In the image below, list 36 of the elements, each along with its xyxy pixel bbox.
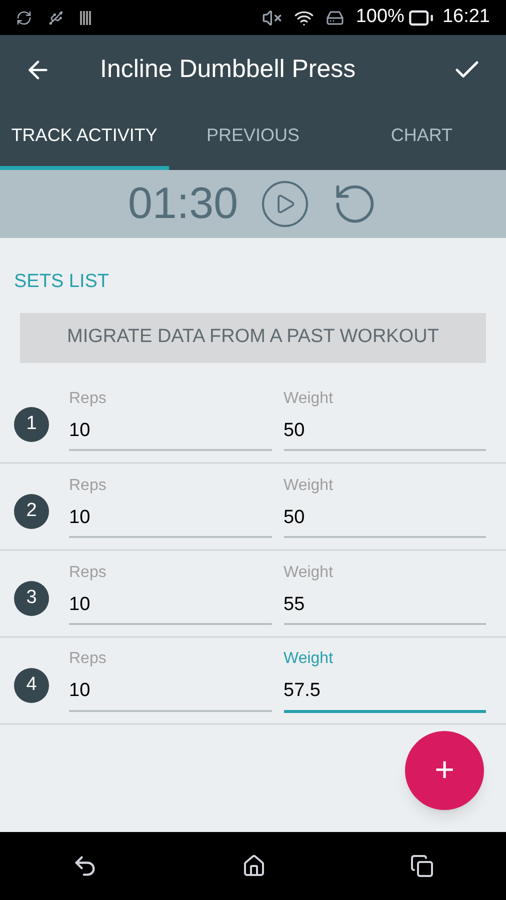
migrate-button[interactable]: MIGRATE DATA FROM A PAST WORKOUT <box>20 312 486 362</box>
input-field[interactable]: 50 <box>284 410 486 452</box>
add-button[interactable]: + <box>405 731 484 810</box>
set-number: 2 <box>14 494 49 528</box>
recents-button[interactable] <box>410 854 434 878</box>
input-field[interactable]: 10 <box>69 671 272 712</box>
set-number: 1 <box>14 406 49 442</box>
input-field[interactable]: 50 <box>284 498 486 538</box>
tab[interactable]: CHART <box>337 105 506 170</box>
field-label: Weight <box>284 649 334 670</box>
input-field[interactable]: 57.5 <box>284 671 486 713</box>
field-label: Reps <box>69 562 108 583</box>
battery-percent: 100% <box>356 5 404 30</box>
usb-icon <box>48 10 64 26</box>
field-label: Reps <box>69 388 108 409</box>
home-button[interactable] <box>242 854 266 878</box>
clock: 16:21 <box>442 5 490 30</box>
field-label: Reps <box>69 476 108 496</box>
toolbar-title: Incline Dumbbell Press <box>100 54 357 86</box>
field-label: Weight <box>284 476 334 496</box>
section-title: SETS LIST <box>13 270 110 294</box>
mute-icon <box>262 8 282 28</box>
play-button[interactable] <box>262 181 308 227</box>
field-label: Weight <box>284 562 334 583</box>
barcode-icon <box>80 10 92 24</box>
set-number: 4 <box>14 668 49 702</box>
field-label: Reps <box>69 649 108 670</box>
set-number: 3 <box>14 580 49 616</box>
input-field[interactable]: 55 <box>284 584 486 626</box>
input-field[interactable]: 10 <box>69 498 272 538</box>
input-field[interactable]: 10 <box>69 410 272 452</box>
timer-time: 01:30 <box>128 178 238 230</box>
input-field[interactable]: 10 <box>69 584 272 626</box>
tab[interactable]: PREVIOUS <box>168 105 338 170</box>
sync-icon <box>16 10 32 26</box>
field-label: Weight <box>284 388 334 409</box>
